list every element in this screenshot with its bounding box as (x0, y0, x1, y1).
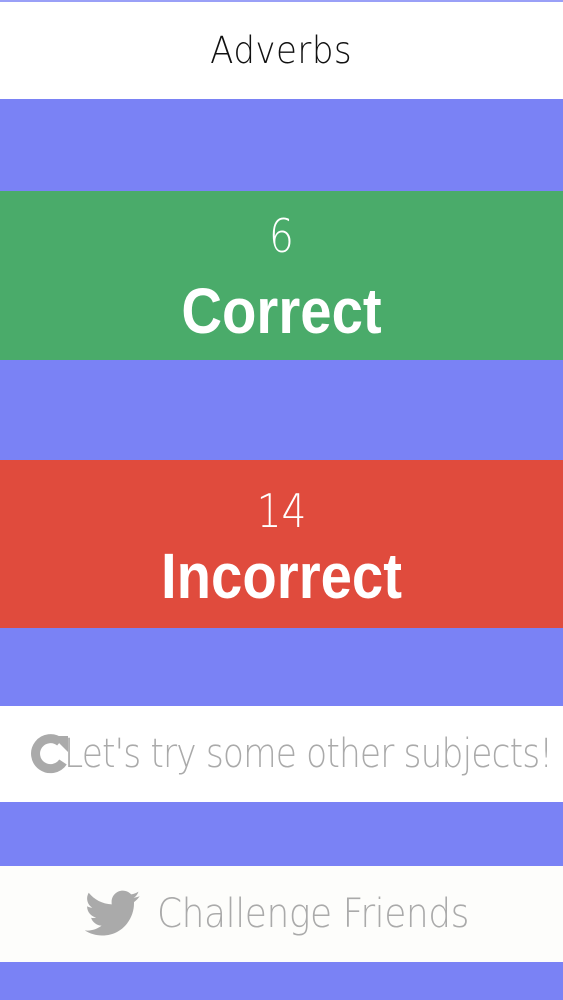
correct-label: Correct (181, 275, 382, 347)
try-other-subjects-label: Let's try some other subjects! (64, 731, 553, 777)
incorrect-score-panel: 14 Incorrect (0, 460, 563, 628)
correct-count: 6 (269, 209, 294, 263)
incorrect-label: Incorrect (160, 540, 403, 612)
incorrect-count: 14 (256, 484, 307, 538)
try-other-subjects-button[interactable]: Let's try some other subjects! (0, 706, 563, 802)
correct-score-panel: 6 Correct (0, 191, 563, 360)
twitter-bird-icon (85, 890, 141, 938)
page-header: Adverbs (0, 2, 563, 99)
challenge-friends-button[interactable]: Challenge Friends (0, 866, 563, 962)
page-title: Adverbs (210, 29, 353, 72)
challenge-friends-label: Challenge Friends (157, 891, 469, 937)
